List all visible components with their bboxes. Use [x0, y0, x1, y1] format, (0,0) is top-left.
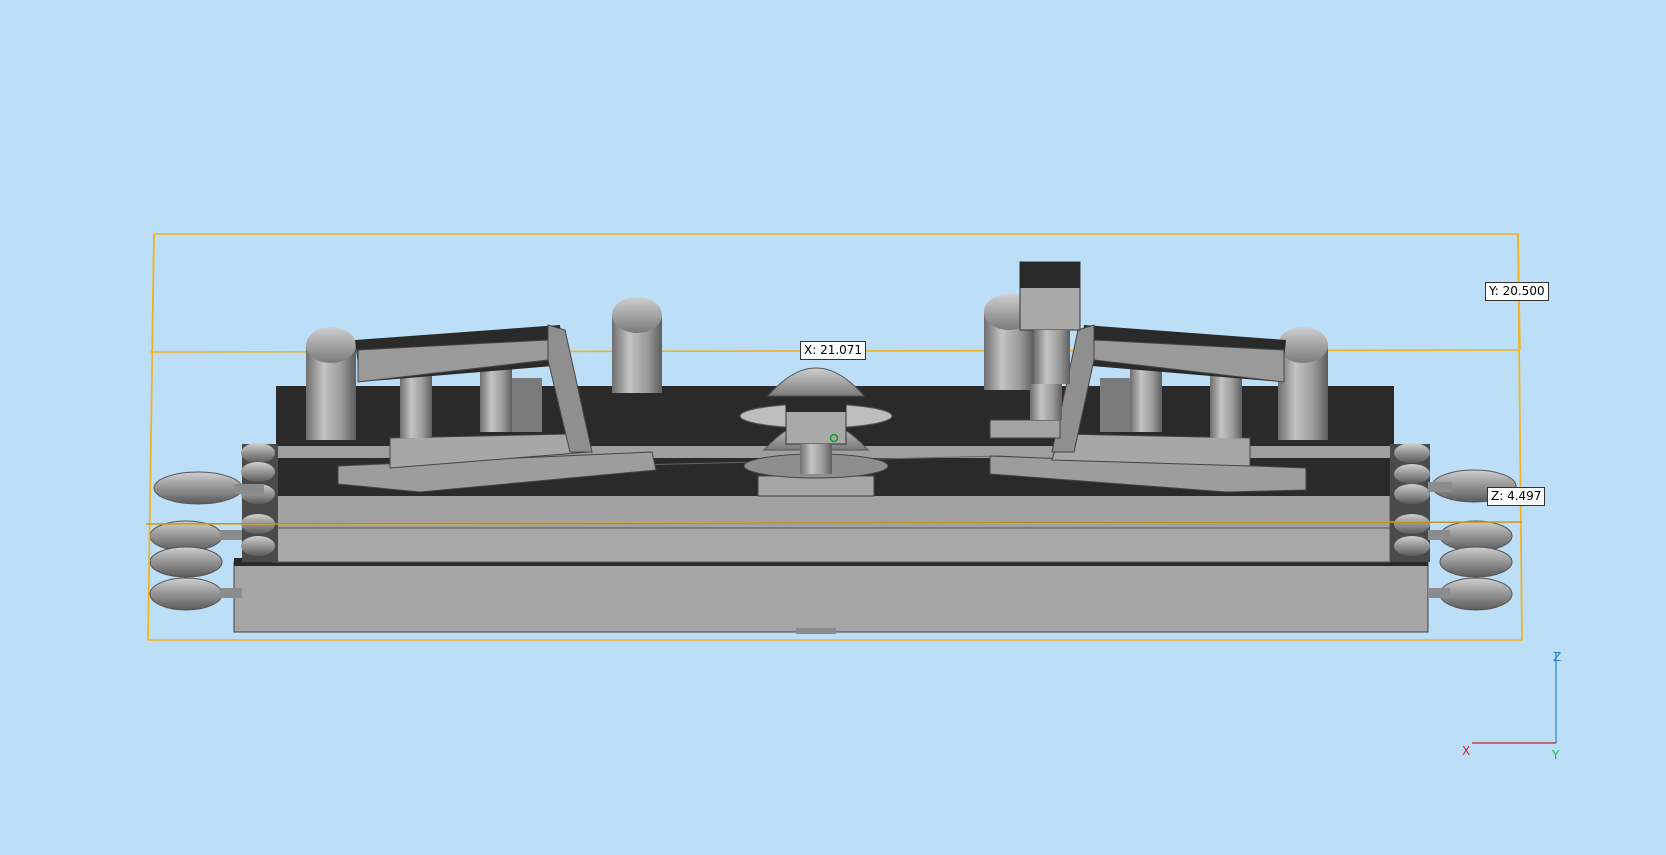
model-render: [145, 233, 1523, 641]
axis-z-label: Z: [1553, 650, 1562, 664]
axis-x-label: X: [1462, 744, 1471, 758]
x-dimension-label: X: 21.071: [800, 341, 867, 360]
y-dimension-label: Y: 20.500: [1485, 282, 1549, 301]
axis-triad: Z X Y: [1450, 645, 1570, 765]
z-dimension-label: Z: 4.497: [1487, 487, 1546, 506]
3d-viewport[interactable]: X: 21.071 Y: 20.500 Z: 4.497 Z X Y: [0, 0, 1666, 851]
base-plate: [233, 493, 1429, 634]
axis-y-label: Y: [1552, 748, 1560, 762]
